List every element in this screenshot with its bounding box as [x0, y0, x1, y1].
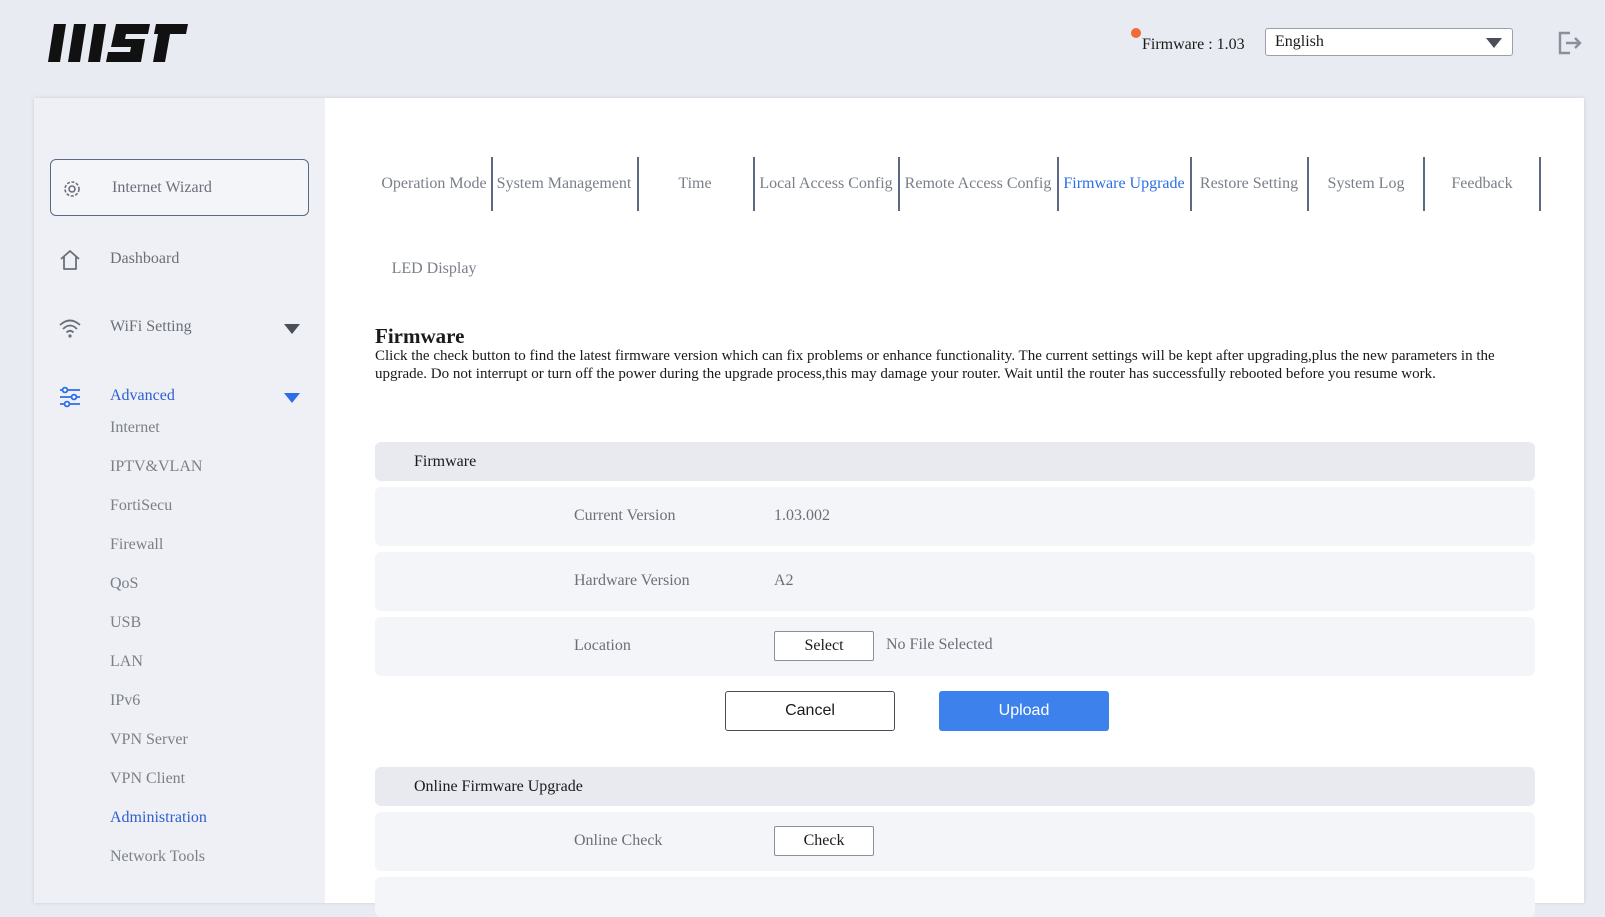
sidebar-item-label: Dashboard: [110, 250, 180, 267]
current-version-label: Current Version: [574, 507, 676, 524]
upload-button[interactable]: Upload: [939, 691, 1109, 731]
sidebar-subitem-vpn-client[interactable]: VPN Client: [110, 770, 185, 788]
tab-local-access-config[interactable]: Local Access Config: [755, 157, 897, 211]
tab-feedback[interactable]: Feedback: [1425, 157, 1539, 211]
top-header: Firmware : 1.03 English: [0, 0, 1605, 96]
current-version-value: 1.03.002: [774, 507, 830, 524]
sidebar-subitem-qos[interactable]: QoS: [110, 575, 138, 593]
gear-icon: [64, 181, 80, 197]
sidebar-item-dashboard[interactable]: Dashboard: [34, 240, 325, 280]
firmware-section-header: Firmware: [375, 442, 1535, 481]
firmware-version-label: Firmware : 1.03: [1142, 36, 1245, 53]
online-upgrade-section-header: Online Firmware Upgrade: [375, 767, 1535, 806]
online-check-row: Online Check Check: [375, 812, 1535, 871]
cancel-button[interactable]: Cancel: [725, 691, 895, 731]
home-icon: [60, 250, 80, 270]
select-file-button[interactable]: Select: [774, 631, 874, 661]
internet-wizard-label: Internet Wizard: [112, 179, 212, 196]
current-version-row: Current Version 1.03.002: [375, 487, 1535, 546]
internet-wizard-button[interactable]: Internet Wizard: [50, 159, 309, 216]
tab-time[interactable]: Time: [639, 157, 751, 211]
sidebar-subitem-internet[interactable]: Internet: [110, 419, 160, 437]
sidebar-subitem-network-tools[interactable]: Network Tools: [110, 848, 205, 866]
tab-led-display[interactable]: LED Display: [378, 242, 490, 296]
msi-logo: [48, 24, 188, 62]
tab-operation-mode[interactable]: Operation Mode: [378, 157, 490, 211]
sidebar-subitem-administration[interactable]: Administration: [110, 809, 207, 827]
section-header-label: Online Firmware Upgrade: [414, 778, 583, 795]
sidebar-item-label: WiFi Setting: [110, 318, 192, 335]
online-check-label: Online Check: [574, 832, 663, 849]
notification-dot-icon: [1131, 28, 1141, 38]
no-file-selected-text: No File Selected: [886, 636, 993, 653]
sliders-icon: [60, 386, 80, 408]
next-row: [375, 877, 1535, 917]
tab-system-management[interactable]: System Management: [493, 157, 635, 211]
tab-restore-setting[interactable]: Restore Setting: [1192, 157, 1306, 211]
tab-system-log[interactable]: System Log: [1309, 157, 1423, 211]
language-selected: English: [1275, 33, 1324, 50]
sidebar-subitem-firewall[interactable]: Firewall: [110, 536, 163, 554]
location-label: Location: [574, 637, 631, 654]
check-button[interactable]: Check: [774, 826, 874, 856]
sidebar-item-label: Advanced: [110, 387, 175, 404]
logout-icon[interactable]: [1556, 30, 1582, 56]
wifi-icon: [59, 319, 81, 338]
sidebar-item-wifi-setting[interactable]: WiFi Setting: [34, 308, 325, 348]
sidebar-subitem-fortisecu[interactable]: FortiSecu: [110, 497, 172, 515]
main-panel: Internet Wizard Dashboard WiFi Setting A…: [34, 98, 1584, 917]
sidebar-item-advanced[interactable]: Advanced: [34, 377, 325, 417]
sidebar-subitem-ipv6[interactable]: IPv6: [110, 692, 140, 710]
chevron-down-icon: [1486, 38, 1502, 48]
tab-firmware-upgrade[interactable]: Firmware Upgrade: [1059, 157, 1189, 211]
hardware-version-row: Hardware Version A2: [375, 552, 1535, 611]
chevron-down-icon[interactable]: [284, 324, 300, 334]
sidebar: Internet Wizard Dashboard WiFi Setting A…: [34, 98, 325, 903]
sidebar-subitem-usb[interactable]: USB: [110, 614, 141, 632]
tab-divider: [1539, 157, 1541, 211]
tab-remote-access-config[interactable]: Remote Access Config: [900, 157, 1056, 211]
hardware-version-value: A2: [774, 572, 794, 589]
hardware-version-label: Hardware Version: [574, 572, 690, 589]
sidebar-subitem-iptv-vlan[interactable]: IPTV&VLAN: [110, 458, 202, 476]
section-header-label: Firmware: [414, 453, 477, 470]
page-title: Firmware: [375, 324, 465, 348]
sidebar-subitem-vpn-server[interactable]: VPN Server: [110, 731, 188, 749]
language-select[interactable]: English: [1265, 28, 1513, 56]
sidebar-subitem-lan[interactable]: LAN: [110, 653, 143, 671]
chevron-down-icon[interactable]: [284, 393, 300, 403]
page-description: Click the check button to find the lates…: [375, 348, 1495, 382]
